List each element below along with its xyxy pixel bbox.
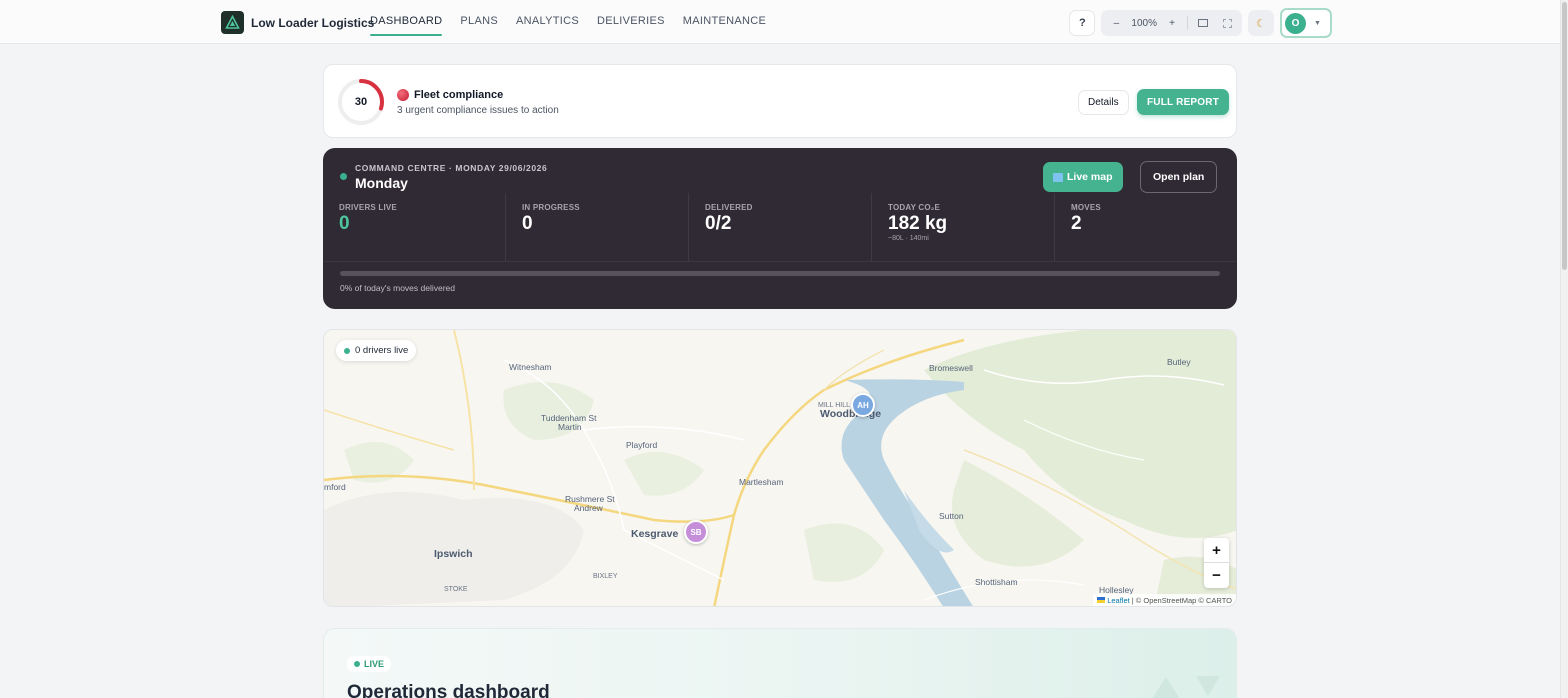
window-icon[interactable]	[1194, 13, 1212, 33]
user-menu-button[interactable]: O ▼	[1280, 8, 1332, 38]
map-zoom-control: + −	[1204, 538, 1229, 588]
map-icon	[1053, 172, 1063, 182]
live-map-label: Live map	[1067, 171, 1113, 183]
stat-label: DELIVERED	[705, 203, 753, 212]
operations-dashboard-hero: LIVE Operations dashboard	[323, 628, 1237, 698]
place-label: mford	[324, 482, 346, 492]
place-label: Shottisham	[975, 577, 1018, 587]
top-navigation-bar: Low Loader Logistics DASHBOARD PLANS ANA…	[0, 0, 1560, 44]
attribution-text: | © OpenStreetMap © CARTO	[1131, 595, 1232, 605]
decorative-triangle-icon	[1152, 677, 1180, 698]
page-scrollbar[interactable]	[1560, 0, 1568, 698]
live-dot-icon	[344, 347, 350, 354]
stat-value: 2	[1071, 213, 1082, 234]
driver-marker-ah[interactable]: AH	[851, 393, 875, 417]
map-zoom-in-button[interactable]: +	[1204, 538, 1229, 563]
stat-value: 0/2	[705, 213, 732, 234]
flag-icon	[1097, 597, 1106, 603]
zoom-in-button[interactable]: +	[1163, 13, 1181, 33]
live-dot-icon	[354, 661, 360, 667]
stat-today-co2e: TODAY CO₂E 182 kg ~80L · 140mi	[872, 193, 1055, 262]
full-report-button[interactable]: FULL REPORT	[1137, 89, 1230, 115]
place-label: Andrew	[574, 503, 603, 513]
place-label: Martin	[558, 422, 582, 432]
place-label: Butley	[1167, 357, 1191, 367]
zoom-out-button[interactable]: –	[1107, 13, 1125, 33]
compliance-subtitle: 3 urgent compliance issues to action	[397, 105, 559, 116]
nav-item-maintenance[interactable]: MAINTENANCE	[683, 0, 766, 44]
fullscreen-icon[interactable]	[1218, 13, 1236, 33]
place-label: Sutton	[939, 511, 964, 521]
place-label: STOKE	[444, 586, 468, 593]
moon-icon: ☾	[1256, 17, 1266, 30]
progress-caption: 0% of today's moves delivered	[340, 283, 456, 293]
stat-label: DRIVERS LIVE	[339, 203, 397, 212]
place-label: Witnesham	[509, 362, 552, 372]
stat-drivers-live: DRIVERS LIVE 0	[323, 193, 506, 262]
stat-label: TODAY CO₂E	[888, 203, 941, 212]
live-badge-text: LIVE	[364, 659, 385, 669]
status-dot-icon	[397, 89, 409, 101]
live-map-button[interactable]: Live map	[1043, 162, 1123, 192]
chevron-down-icon: ▼	[1314, 19, 1321, 27]
compliance-title-text: Fleet compliance	[414, 89, 504, 101]
command-centre-title: Monday	[355, 175, 408, 191]
drivers-live-text: 0 drivers live	[355, 345, 409, 356]
open-plan-button[interactable]: Open plan	[1140, 161, 1218, 193]
place-label: Playford	[626, 440, 658, 450]
stats-row: DRIVERS LIVE 0 IN PROGRESS 0 DELIVERED 0…	[323, 193, 1237, 262]
nav-item-dashboard[interactable]: DASHBOARD	[370, 0, 443, 44]
moves-progress-bar	[340, 271, 1220, 276]
zoom-level: 100%	[1131, 17, 1157, 29]
nav-item-deliveries[interactable]: DELIVERIES	[597, 0, 665, 44]
scrollbar-thumb[interactable]	[1562, 2, 1567, 270]
map-zoom-out-button[interactable]: −	[1204, 563, 1229, 588]
nav-item-analytics[interactable]: ANALYTICS	[516, 0, 579, 44]
toolbar: ? – 100% + ☾ O ▼	[1069, 8, 1332, 38]
stat-label: MOVES	[1071, 203, 1101, 212]
live-map[interactable]: Witnesham Tuddenham St Martin Playford M…	[323, 329, 1237, 607]
stat-label: IN PROGRESS	[522, 203, 580, 212]
operations-dashboard-title: Operations dashboard	[347, 682, 550, 698]
brand[interactable]: Low Loader Logistics	[221, 11, 374, 34]
place-label: Bromeswell	[929, 363, 973, 373]
stat-delivered: DELIVERED 0/2	[689, 193, 872, 262]
stat-moves: MOVES 2	[1055, 193, 1237, 262]
help-button[interactable]: ?	[1069, 10, 1096, 36]
drivers-live-badge: 0 drivers live	[336, 340, 417, 361]
brand-logo-icon	[221, 11, 244, 34]
fleet-compliance-card: 30 Fleet compliance 3 urgent compliance …	[323, 64, 1237, 138]
place-label: Martlesham	[739, 477, 784, 487]
zoom-divider	[1187, 16, 1188, 30]
avatar: O	[1285, 12, 1306, 34]
live-status-dot	[340, 173, 347, 180]
brand-name: Low Loader Logistics	[251, 15, 375, 30]
stat-note: ~80L · 140mi	[888, 235, 929, 242]
theme-toggle[interactable]: ☾	[1248, 10, 1274, 36]
map-tiles[interactable]	[324, 330, 1237, 607]
main-nav: DASHBOARD PLANS ANALYTICS DELIVERIES MAI…	[370, 0, 766, 44]
panel-divider	[323, 261, 1237, 262]
leaflet-link[interactable]: Leaflet	[1107, 596, 1130, 605]
stat-value: 0	[522, 213, 533, 234]
zoom-controls: – 100% +	[1101, 10, 1242, 36]
live-badge: LIVE	[347, 656, 392, 672]
stat-in-progress: IN PROGRESS 0	[506, 193, 689, 262]
decorative-triangle-icon	[1196, 676, 1220, 696]
stat-value: 0	[339, 213, 350, 234]
place-label: Kesgrave	[631, 528, 679, 540]
nav-item-plans[interactable]: PLANS	[460, 0, 498, 44]
map-attribution: Leaflet | © OpenStreetMap © CARTO	[1093, 594, 1236, 606]
command-centre-eyebrow: COMMAND CENTRE · MONDAY 29/06/2026	[355, 163, 548, 173]
place-label: BIXLEY	[593, 573, 618, 580]
details-button[interactable]: Details	[1078, 90, 1129, 115]
command-centre-panel: COMMAND CENTRE · MONDAY 29/06/2026 Monda…	[323, 148, 1237, 309]
stat-value: 182 kg	[888, 213, 948, 234]
place-label: Ipswich	[434, 548, 473, 560]
compliance-title: Fleet compliance	[397, 89, 503, 101]
compliance-score: 30	[354, 96, 368, 108]
driver-marker-sb[interactable]: SB	[684, 520, 708, 544]
